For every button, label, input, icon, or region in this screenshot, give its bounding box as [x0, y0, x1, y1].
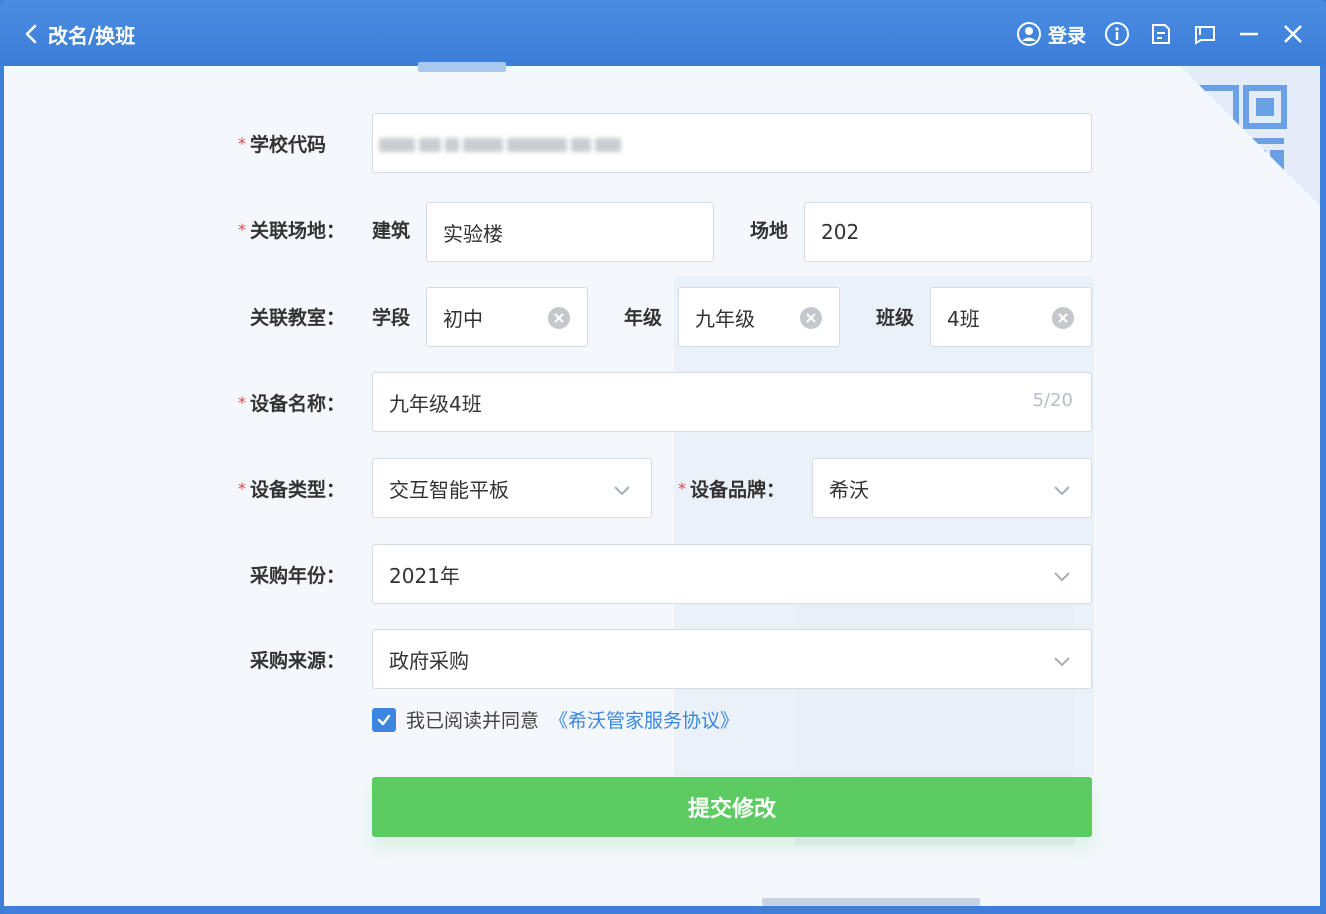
place-field[interactable]: 202: [804, 202, 1092, 262]
class-label: 班级: [876, 307, 915, 329]
purchase-year-select[interactable]: 2021年: [372, 544, 1092, 604]
classroom-label-row: * 关联教室：: [232, 303, 345, 330]
class-sublabel-row: 班级: [876, 303, 914, 330]
chevron-left-icon: [25, 24, 37, 44]
agreement-text: 我已阅读并同意: [406, 710, 540, 732]
device-brand-label: 设备品牌：: [690, 479, 786, 501]
device-name-label: 设备名称：: [250, 393, 346, 415]
stage-field[interactable]: 初中: [426, 287, 588, 347]
app-window: 改名/换班 登录 * 学校代码 * 关联场地： 建筑 实验楼 场地 202 关联…: [0, 0, 1326, 914]
clear-icon[interactable]: [799, 306, 823, 330]
tab-indicator: [418, 62, 506, 72]
title-toolbar: 登录: [1016, 16, 1306, 52]
device-brand-value: 希沃: [829, 477, 869, 502]
school-code-label-row: * 学校代码: [232, 130, 326, 157]
device-name-input[interactable]: 九年级4班 5/20: [372, 372, 1092, 432]
info-button[interactable]: [1104, 21, 1130, 47]
device-name-label-row: * 设备名称：: [232, 389, 345, 416]
place-value: 202: [821, 220, 860, 244]
minimize-button[interactable]: [1236, 21, 1262, 47]
edit-icon: [1152, 24, 1170, 44]
close-button[interactable]: [1280, 21, 1306, 47]
grade-value: 九年级: [695, 306, 755, 331]
school-code-label: 学校代码: [250, 134, 327, 156]
purchase-source-label-row: * 采购来源：: [232, 646, 345, 673]
grade-label: 年级: [624, 307, 663, 329]
building-label: 建筑: [372, 220, 411, 242]
login-button[interactable]: 登录: [1016, 21, 1086, 48]
chevron-down-icon: [1054, 486, 1070, 496]
clear-icon[interactable]: [1051, 306, 1075, 330]
building-value: 实验楼: [443, 221, 503, 246]
horizontal-scrollbar[interactable]: [762, 898, 980, 906]
device-type-select[interactable]: 交互智能平板: [372, 458, 652, 518]
feedback-button[interactable]: [1148, 21, 1174, 47]
check-icon: [377, 714, 391, 725]
back-button[interactable]: 改名/换班: [22, 18, 135, 50]
title-bar: 改名/换班 登录: [0, 0, 1326, 66]
building-field[interactable]: 实验楼: [426, 202, 714, 262]
agreement-row: 我已阅读并同意 《希沃管家服务协议》: [372, 706, 739, 733]
stage-sublabel-row: 学段: [372, 303, 410, 330]
agreement-link[interactable]: 《希沃管家服务协议》: [549, 706, 739, 733]
close-icon: [1284, 25, 1302, 43]
device-type-label: 设备类型：: [250, 479, 346, 501]
chevron-down-icon: [614, 486, 630, 496]
submit-button[interactable]: 提交修改: [372, 777, 1092, 837]
purchase-source-label: 采购来源：: [250, 650, 346, 672]
class-value: 4班: [947, 306, 980, 331]
window-title: 改名/换班: [48, 23, 136, 48]
required-mark: *: [238, 220, 246, 239]
purchase-year-value: 2021年: [389, 563, 460, 588]
chevron-down-icon: [1054, 572, 1070, 582]
stage-value: 初中: [443, 306, 483, 331]
required-mark: *: [238, 134, 246, 153]
required-mark: *: [238, 479, 246, 498]
device-type-value: 交互智能平板: [389, 477, 509, 502]
school-code-field[interactable]: [372, 113, 1092, 173]
school-code-value-redacted: [379, 128, 629, 162]
place-sublabel-row: 场地: [750, 216, 788, 243]
login-label: 登录: [1047, 24, 1086, 47]
chevron-down-icon: [1054, 657, 1070, 667]
device-name-value: 九年级4班: [389, 391, 482, 416]
venue-label: 关联场地：: [250, 220, 346, 242]
purchase-source-select[interactable]: 政府采购: [372, 629, 1092, 689]
grade-sublabel-row: 年级: [624, 303, 662, 330]
clear-icon[interactable]: [547, 306, 571, 330]
required-mark: *: [238, 393, 246, 412]
device-brand-select[interactable]: 希沃: [812, 458, 1092, 518]
user-circle-icon: [1016, 22, 1041, 46]
classroom-label: 关联教室：: [250, 307, 346, 329]
qrcode-corner-icon[interactable]: [1180, 66, 1320, 206]
place-label: 场地: [750, 220, 789, 242]
device-brand-label-row: * 设备品牌：: [672, 475, 785, 502]
info-icon: [1105, 22, 1129, 46]
purchase-year-label: 采购年份：: [250, 565, 346, 587]
grade-field[interactable]: 九年级: [678, 287, 840, 347]
class-field[interactable]: 4班: [930, 287, 1092, 347]
agreement-checkbox[interactable]: [372, 707, 396, 732]
purchase-source-value: 政府采购: [389, 648, 469, 673]
required-mark: *: [678, 479, 686, 498]
skin-button[interactable]: [1192, 21, 1218, 47]
purchase-year-label-row: * 采购年份：: [232, 561, 345, 588]
minimize-icon: [1240, 32, 1258, 36]
building-sublabel-row: 建筑: [372, 216, 410, 243]
device-type-label-row: * 设备类型：: [232, 475, 345, 502]
char-counter: 5/20: [1032, 390, 1073, 411]
venue-label-row: * 关联场地：: [232, 216, 345, 243]
stage-label: 学段: [372, 307, 411, 329]
skin-icon: [1195, 26, 1215, 45]
